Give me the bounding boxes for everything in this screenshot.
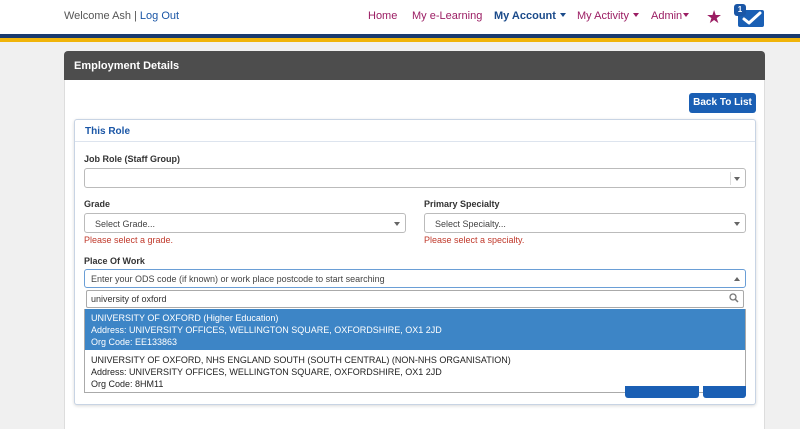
specialty-error: Please select a specialty. bbox=[424, 235, 525, 245]
obscured-save-button[interactable] bbox=[625, 386, 699, 398]
nav-my-elearning[interactable]: My e-Learning bbox=[412, 10, 482, 24]
result-name: UNIVERSITY OF OXFORD, NHS ENGLAND SOUTH … bbox=[91, 355, 511, 365]
job-role-label: Job Role (Staff Group) bbox=[84, 154, 180, 164]
place-of-work-select[interactable]: Enter your ODS code (if known) or work p… bbox=[84, 269, 746, 288]
magnifier-icon bbox=[729, 292, 739, 307]
panel-header: Employment Details bbox=[64, 51, 765, 80]
header-stripe-gold bbox=[0, 38, 800, 42]
chevron-up-icon bbox=[734, 277, 740, 281]
specialty-select[interactable]: Select Specialty... bbox=[424, 213, 746, 233]
inbox-button[interactable]: 1 bbox=[734, 4, 766, 28]
place-of-work-placeholder: Enter your ODS code (if known) or work p… bbox=[91, 274, 385, 284]
top-navigation: Welcome Ash | Log Out Home My e-Learning M… bbox=[0, 0, 800, 34]
specialty-placeholder: Select Specialty... bbox=[435, 219, 506, 229]
place-search-value: university of oxford bbox=[91, 294, 167, 304]
this-role-header: This Role bbox=[75, 120, 755, 142]
back-to-list-button[interactable]: Back To List bbox=[689, 93, 756, 113]
nav-admin[interactable]: Admin bbox=[651, 10, 690, 24]
this-role-title: This Role bbox=[85, 126, 131, 137]
nav-my-account[interactable]: My Account bbox=[494, 10, 566, 24]
grade-select[interactable]: Select Grade... bbox=[84, 213, 406, 233]
result-org-code: Org Code: EE133863 bbox=[91, 337, 178, 347]
place-search-results: UNIVERSITY OF OXFORD (Higher Education) … bbox=[84, 309, 746, 393]
nav-my-activity-label: My Activity bbox=[577, 10, 629, 22]
grade-error: Please select a grade. bbox=[84, 235, 174, 245]
primary-specialty-label: Primary Specialty bbox=[424, 199, 500, 209]
chevron-down-icon bbox=[632, 13, 639, 17]
list-item[interactable]: UNIVERSITY OF OXFORD (Higher Education) … bbox=[85, 309, 745, 350]
result-name: UNIVERSITY OF OXFORD (Higher Education) bbox=[91, 313, 279, 323]
chevron-down-icon bbox=[683, 13, 690, 17]
place-search-input[interactable]: university of oxford bbox=[86, 290, 744, 308]
inbox-count-badge: 1 bbox=[734, 4, 746, 16]
result-address: Address: UNIVERSITY OFFICES, WELLINGTON … bbox=[91, 367, 442, 377]
result-address: Address: UNIVERSITY OFFICES, WELLINGTON … bbox=[91, 325, 442, 335]
nav-my-account-label: My Account bbox=[494, 10, 556, 22]
obscured-cancel-button[interactable] bbox=[703, 386, 746, 398]
chevron-down-icon bbox=[394, 222, 400, 226]
place-of-work-label: Place Of Work bbox=[84, 256, 145, 266]
welcome-text: Welcome Ash bbox=[64, 10, 132, 22]
nav-my-activity[interactable]: My Activity bbox=[577, 10, 639, 24]
logout-link[interactable]: Log Out bbox=[140, 10, 179, 22]
grade-label: Grade bbox=[84, 199, 111, 209]
grade-placeholder: Select Grade... bbox=[95, 219, 156, 229]
job-role-select[interactable] bbox=[84, 168, 746, 188]
nav-admin-label: Admin bbox=[651, 10, 683, 22]
nav-home[interactable]: Home bbox=[368, 10, 397, 24]
welcome-area: Welcome Ash | Log Out bbox=[64, 10, 179, 22]
chevron-down-icon bbox=[559, 13, 566, 17]
chevron-down-icon bbox=[734, 222, 740, 226]
welcome-separator: | bbox=[134, 10, 137, 22]
panel-title: Employment Details bbox=[74, 60, 180, 72]
star-icon[interactable]: ★ bbox=[706, 8, 724, 26]
chevron-down-icon bbox=[734, 177, 740, 181]
select-divider bbox=[730, 172, 731, 185]
